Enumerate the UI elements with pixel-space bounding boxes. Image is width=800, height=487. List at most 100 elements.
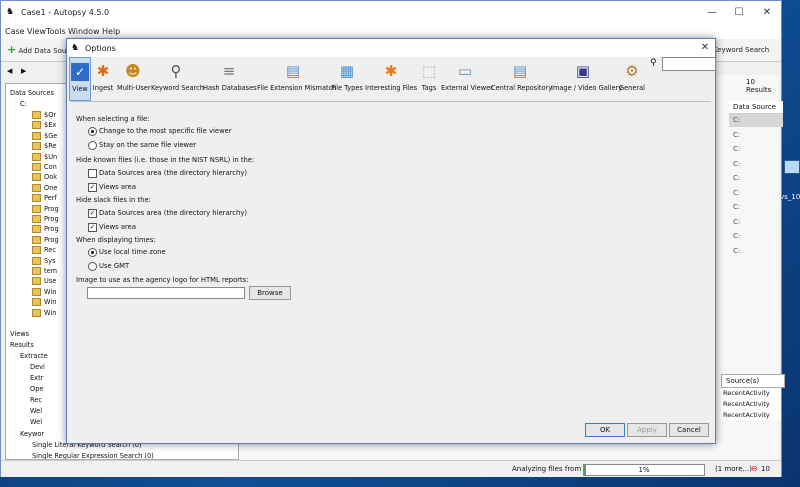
maximize-button[interactable]: ☐ — [725, 5, 753, 21]
slack-datasources-label: Data Sources area (the directory hierarc… — [99, 209, 247, 217]
tree-extracted-item[interactable]: Extr — [30, 374, 43, 382]
tab-file-types[interactable]: ▦ File Types — [331, 57, 363, 99]
tab-tags[interactable]: ⬚ Tags — [419, 57, 439, 99]
tree-folder-item[interactable]: Perf — [32, 194, 57, 203]
menu-case[interactable]: Case — [5, 27, 25, 36]
displaying-times-label: When displaying times: — [76, 236, 156, 244]
tree-folder-item[interactable]: $Ex — [32, 121, 56, 130]
tree-folder-item[interactable]: Win — [32, 298, 56, 307]
tab-hash-databases[interactable]: ≡ Hash Databases — [203, 57, 257, 99]
apply-button[interactable]: Apply — [627, 423, 667, 437]
tree-folder-item[interactable]: Prog — [32, 225, 59, 234]
slack-datasources-checkbox[interactable]: ✓ — [88, 209, 97, 218]
tab-interesting-files[interactable]: ✱ Interesting Files — [365, 57, 417, 99]
tree-folder-item[interactable]: $Ge — [32, 131, 57, 140]
tree-folder-item[interactable]: Win — [32, 308, 56, 317]
tree-folder-item[interactable]: Prog — [32, 204, 59, 213]
tree-extracted-item[interactable]: Rec — [30, 396, 42, 404]
tab-view[interactable]: ✓ View — [69, 57, 91, 101]
table-row-source[interactable]: RecentActivity — [721, 410, 781, 420]
menu-window[interactable]: Window — [68, 27, 100, 36]
tab-external-viewer[interactable]: ▭ External Viewer — [441, 57, 493, 99]
agency-logo-path-input[interactable] — [87, 287, 245, 299]
tree-folder-item[interactable]: Win — [32, 287, 56, 296]
ok-button[interactable]: OK — [585, 423, 625, 437]
table-row-source[interactable]: RecentActivity — [721, 399, 781, 409]
tree-folder-item[interactable]: $Or — [32, 111, 56, 119]
tree-extracted-item[interactable]: Ope — [30, 385, 43, 393]
tree-folder-item[interactable]: Con — [32, 163, 57, 171]
tree-drive-c[interactable]: C: — [20, 100, 27, 108]
data-source-column-header[interactable]: Data Source — [729, 101, 783, 114]
error-icon[interactable]: ⊖ — [751, 464, 758, 473]
options-dialog: ♞ Options ✕ ⚲ ✓ View ✱ Ingest ☻ Multi-User ⚲ Ke… — [66, 38, 716, 444]
table-row-data-source[interactable]: C: — [729, 201, 783, 214]
add-data-source-button[interactable]: + Add Data Sou — [7, 43, 66, 56]
title-bar: ♞ Case1 - Autopsy 4.5.0 — ☐ ✕ — [1, 1, 781, 25]
tree-folder-item[interactable]: $Un — [32, 152, 57, 161]
tab-file-extension-mismatch[interactable]: ▤ File Extension Mismatch — [257, 57, 336, 99]
tree-extracted-item-label: Rec — [30, 396, 42, 404]
tree-folder-item[interactable]: Prog — [32, 215, 59, 223]
sources-column-header[interactable]: Source(s) — [721, 374, 785, 388]
slack-views-checkbox[interactable]: ✓ — [88, 223, 97, 232]
table-row-data-source[interactable]: C: — [729, 158, 783, 171]
menu-help[interactable]: Help — [102, 27, 120, 36]
table-row-data-source[interactable]: C: — [729, 143, 783, 156]
multi-user-icon: ☻ — [125, 62, 141, 80]
known-datasources-checkbox[interactable] — [88, 169, 97, 178]
table-row-data-source[interactable]: C: — [729, 114, 783, 127]
tab-ingest[interactable]: ✱ Ingest — [91, 57, 115, 99]
back-arrow-icon[interactable]: ◀ — [7, 67, 12, 75]
tree-folder-item[interactable]: Use — [32, 277, 56, 286]
table-row-data-source[interactable]: C: — [729, 129, 783, 142]
tree-data-sources[interactable]: Data Sources — [10, 89, 54, 97]
table-row-data-source[interactable]: C: — [729, 216, 783, 229]
local-timezone-radio[interactable] — [88, 248, 97, 257]
tree-extracted-item[interactable]: Wel — [30, 407, 42, 415]
more-tasks-link[interactable]: (1 more...) — [715, 465, 752, 473]
tree-folder-item[interactable]: Ook — [32, 173, 57, 182]
known-views-checkbox[interactable]: ✓ — [88, 183, 97, 192]
tree-folder-item-label: Prog — [44, 235, 59, 244]
table-row-data-source[interactable]: C: — [729, 230, 783, 243]
tab-image-video-gallery[interactable]: ▣ Image / Video Gallery — [551, 57, 622, 99]
tab-label: View — [72, 85, 88, 93]
cancel-button[interactable]: Cancel — [669, 423, 709, 437]
close-button[interactable]: ✕ — [753, 5, 781, 21]
dialog-close-button[interactable]: ✕ — [697, 41, 713, 55]
tree-extracted-item[interactable]: Devi — [30, 363, 45, 371]
stay-viewer-radio[interactable] — [88, 141, 97, 150]
tree-folder-item[interactable]: Sys — [32, 256, 56, 265]
tree-extracted-item[interactable]: Wel — [30, 418, 42, 426]
table-row-data-source[interactable]: C: — [729, 172, 783, 185]
folder-icon — [32, 215, 41, 223]
change-viewer-radio[interactable] — [88, 127, 97, 136]
tree-views[interactable]: Views — [10, 330, 29, 338]
menu-tools[interactable]: Tools — [46, 27, 66, 36]
desktop-shortcut-icon[interactable]: vs_10_ — [780, 160, 800, 201]
tree-extracted-content[interactable]: Extracte — [20, 352, 48, 360]
keyword-search-button[interactable]: Keyword Search — [713, 46, 769, 54]
table-row-data-source[interactable]: C: — [729, 187, 783, 200]
browse-button[interactable]: Browse — [249, 286, 291, 300]
tree-folder-item[interactable]: tem — [32, 267, 57, 275]
table-row-source[interactable]: RecentActivity — [721, 388, 781, 398]
tab-keyword-search[interactable]: ⚲ Keyword Search — [151, 57, 204, 99]
tree-keyword-item[interactable]: Single Regular Expression Search (0) — [32, 452, 154, 459]
forward-arrow-icon[interactable]: ▶ — [21, 67, 26, 75]
tab-general[interactable]: ⚙ General — [617, 57, 647, 99]
tab-central-repository[interactable]: ▤ Central Repository — [491, 57, 552, 99]
minimize-button[interactable]: — — [698, 5, 726, 21]
tree-results[interactable]: Results — [10, 341, 34, 349]
tree-folder-item[interactable]: Rec — [32, 246, 56, 255]
tree-folder-item[interactable]: $Re — [32, 142, 57, 151]
tree-folder-item[interactable]: One — [32, 183, 57, 192]
tree-folder-item[interactable]: Prog — [32, 235, 59, 244]
tab-multi-user[interactable]: ☻ Multi-User — [117, 57, 151, 99]
menu-view[interactable]: View — [27, 27, 46, 36]
tree-keyword-hits[interactable]: Keywor — [20, 430, 44, 438]
table-row-data-source[interactable]: C: — [729, 245, 783, 258]
gmt-radio[interactable] — [88, 262, 97, 271]
folder-icon — [32, 298, 41, 307]
